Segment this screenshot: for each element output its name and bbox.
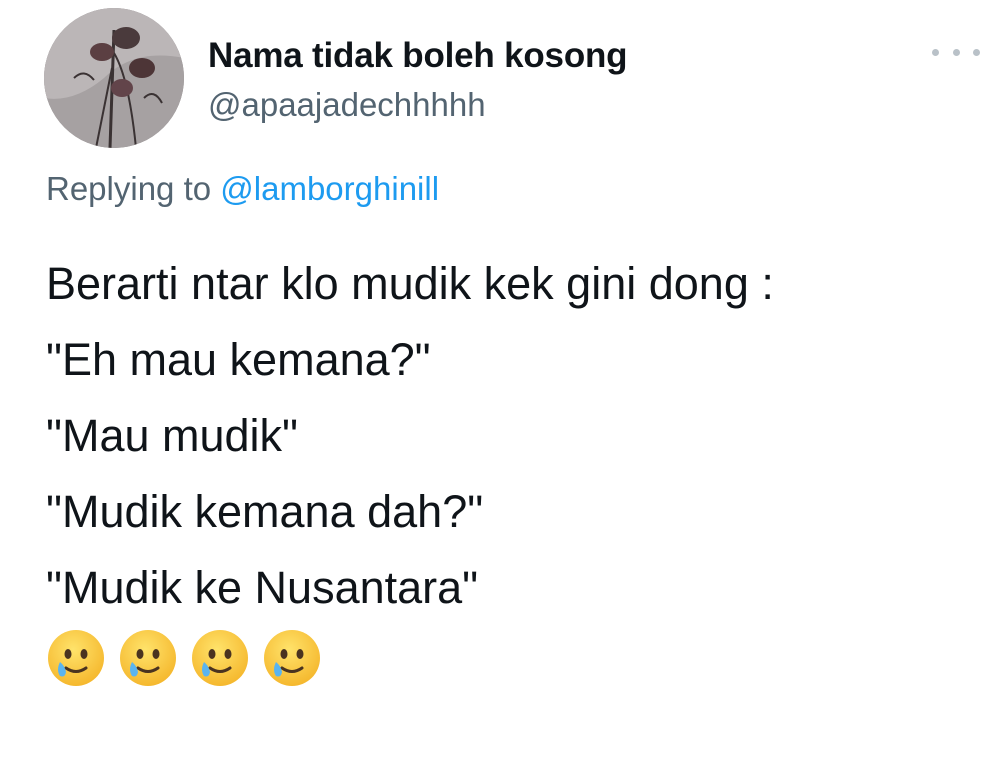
avatar[interactable]: [44, 8, 184, 148]
emoji-row: [46, 628, 986, 688]
tweet: Nama tidak boleh kosong @apaajadechhhhh …: [0, 0, 1000, 760]
replying-prefix: Replying to: [46, 170, 212, 207]
smiling-face-with-tear-icon: [190, 628, 250, 688]
smiling-face-with-tear-icon: [118, 628, 178, 688]
replying-to: Replying to @lamborghinill: [46, 170, 439, 208]
tweet-text-line: "Mau mudik": [46, 410, 299, 461]
avatar-dried-flowers-icon: [44, 8, 184, 148]
smiling-face-with-tear-icon: [262, 628, 322, 688]
more-horizontal-icon: [973, 48, 980, 56]
tweet-text-line: Berarti ntar klo mudik kek gini dong :: [46, 258, 774, 309]
tweet-text-line: "Mudik kemana dah?": [46, 486, 484, 537]
author-display-name[interactable]: Nama tidak boleh kosong: [208, 36, 628, 76]
smiling-face-with-tear-icon: [46, 628, 106, 688]
replying-to-mention-link[interactable]: @lamborghinill: [220, 170, 439, 207]
tweet-text: Berarti ntar klo mudik kek gini dong : "…: [46, 246, 986, 688]
more-horizontal-icon: [932, 48, 939, 56]
tweet-text-line: "Mudik ke Nusantara": [46, 562, 479, 613]
author-handle[interactable]: @apaajadechhhhh: [208, 86, 486, 124]
tweet-text-line: "Eh mau kemana?": [46, 334, 431, 385]
more-horizontal-icon: [952, 48, 960, 56]
more-options-button[interactable]: [932, 40, 980, 64]
